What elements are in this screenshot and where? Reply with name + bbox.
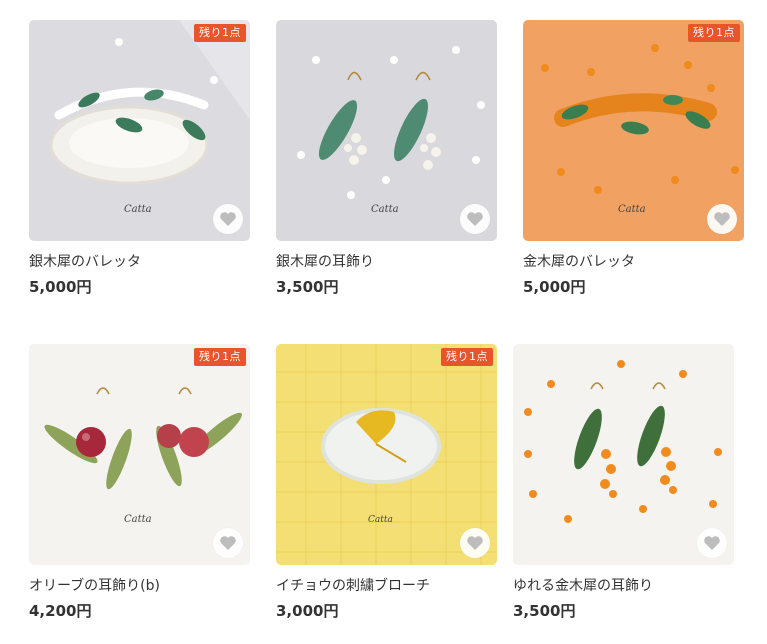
svg-text:Catta: Catta [618,204,646,215]
heart-icon [467,536,483,550]
stock-badge: 残り1点 [194,24,246,42]
favorite-button[interactable] [697,528,727,558]
product-title[interactable]: ゆれる金木犀の耳飾り [513,577,734,595]
product-image[interactable]: Catta 残り1点 [29,344,250,565]
favorite-button[interactable] [707,204,737,234]
product-price: 5,000円 [523,278,586,296]
product-title[interactable]: 金木犀のバレッタ [523,253,744,271]
product-title[interactable]: 銀木犀の耳飾り [276,253,497,271]
product-image[interactable]: Catta 残り1点 [29,20,250,241]
favorite-button[interactable] [460,204,490,234]
product-card[interactable]: Catta 残り1点 オリーブの耳飾り(b) 4,200円 [29,344,250,621]
product-card[interactable]: ゆれる金木犀の耳飾り 3,500円 [513,344,734,621]
product-card[interactable]: Catta 銀木犀の耳飾り 3,500円 [276,20,497,297]
heart-icon [220,536,236,550]
product-title[interactable]: 銀木犀のバレッタ [29,253,250,271]
product-price: 5,000円 [29,278,92,296]
product-image[interactable]: Catta [276,20,497,241]
product-price: 3,500円 [276,278,339,296]
product-image[interactable]: Catta 残り1点 [523,20,744,241]
product-image[interactable] [513,344,734,565]
product-image[interactable]: Catta 残り1点 [276,344,497,565]
svg-text:Catta: Catta [124,514,152,525]
stock-badge: 残り1点 [194,348,246,366]
heart-icon [220,212,236,226]
heart-icon [467,212,483,226]
favorite-button[interactable] [213,528,243,558]
favorite-button[interactable] [460,528,490,558]
svg-text:Catta: Catta [371,204,399,215]
product-title[interactable]: イチョウの刺繍ブローチ [276,577,497,595]
svg-text:Catta: Catta [124,204,152,215]
stock-badge: 残り1点 [688,24,740,42]
product-title[interactable]: オリーブの耳飾り(b) [29,577,250,595]
stock-badge: 残り1点 [441,348,493,366]
product-card[interactable]: Catta 残り1点 金木犀のバレッタ 5,000円 [523,20,744,297]
svg-text:Catta: Catta [368,515,393,525]
product-price: 3,500円 [513,602,576,620]
heart-icon [714,212,730,226]
product-price: 3,000円 [276,602,339,620]
heart-icon [704,536,720,550]
product-price: 4,200円 [29,602,92,620]
favorite-button[interactable] [213,204,243,234]
product-card[interactable]: Catta 残り1点 イチョウの刺繍ブローチ 3,000円 [276,344,497,621]
product-card[interactable]: Catta 残り1点 銀木犀のバレッタ 5,000円 [29,20,250,297]
